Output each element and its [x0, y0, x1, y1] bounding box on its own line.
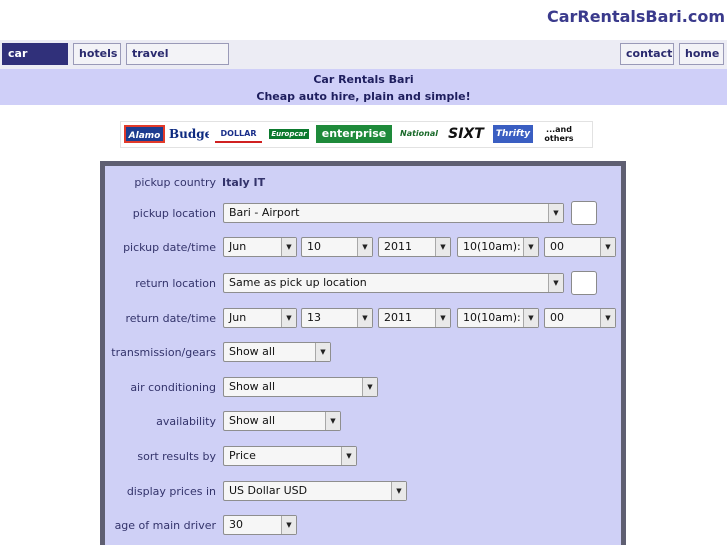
pickup-country-label: pickup country [134, 176, 216, 189]
chevron-down-icon: ▼ [357, 238, 372, 256]
chevron-down-icon: ▼ [281, 238, 296, 256]
budget-logo: Budget [169, 127, 209, 141]
nav-home[interactable]: home [679, 43, 724, 65]
chevron-down-icon: ▼ [281, 516, 296, 534]
return-location-box[interactable] [571, 271, 597, 295]
chevron-down-icon: ▼ [435, 238, 450, 256]
air-conditioning-label: air conditioning [130, 381, 216, 394]
banner-tagline: Cheap auto hire, plain and simple! [256, 90, 471, 103]
return-hour-select[interactable]: 10(10am): ▼ [457, 308, 539, 328]
currency-label: display prices in [126, 485, 216, 498]
chevron-down-icon: ▼ [325, 412, 340, 430]
pickup-country-value: Italy IT [222, 176, 266, 189]
driver-age-label: age of main driver [114, 519, 216, 532]
chevron-down-icon: ▼ [315, 343, 330, 361]
pickup-minute-select[interactable]: 00 ▼ [544, 237, 616, 257]
national-logo: National [400, 129, 438, 138]
currency-select[interactable]: US Dollar USD ▼ [223, 481, 407, 501]
return-location-select[interactable]: Same as pick up location ▼ [223, 273, 564, 293]
return-month-select[interactable]: Jun ▼ [223, 308, 297, 328]
chevron-down-icon: ▼ [600, 309, 615, 327]
chevron-down-icon: ▼ [523, 238, 538, 256]
chevron-down-icon: ▼ [548, 204, 563, 222]
chevron-down-icon: ▼ [362, 378, 377, 396]
return-year-select[interactable]: 2011 ▼ [378, 308, 451, 328]
pickup-hour-select[interactable]: 10(10am): ▼ [457, 237, 539, 257]
site-title[interactable]: CarRentalsBari.com [547, 7, 725, 26]
nav-travel-insurance[interactable]: travel insurance [126, 43, 229, 80]
banner: Car Rentals Bari Cheap auto hire, plain … [0, 69, 727, 105]
europcar-logo: Europcar [269, 129, 309, 139]
return-day-select[interactable]: 13 ▼ [301, 308, 373, 328]
pickup-location-box[interactable] [571, 201, 597, 225]
nav-hotels[interactable]: hotels [73, 43, 121, 65]
pickup-day-select[interactable]: 10 ▼ [301, 237, 373, 257]
transmission-select[interactable]: Show all ▼ [223, 342, 331, 362]
pickup-location-label: pickup location [132, 207, 216, 220]
air-conditioning-select[interactable]: Show all ▼ [223, 377, 378, 397]
pickup-datetime-label: pickup date/time [123, 241, 216, 254]
chevron-down-icon: ▼ [600, 238, 615, 256]
others-logo-text: ...and others [544, 125, 574, 143]
return-minute-select[interactable]: 00 ▼ [544, 308, 616, 328]
return-datetime-label: return date/time [125, 312, 217, 325]
sixt-logo: SIXT [448, 126, 484, 142]
pickup-year-select[interactable]: 2011 ▼ [378, 237, 451, 257]
sort-select[interactable]: Price ▼ [223, 446, 357, 466]
availability-select[interactable]: Show all ▼ [223, 411, 341, 431]
chevron-down-icon: ▼ [341, 447, 356, 465]
chevron-down-icon: ▼ [435, 309, 450, 327]
driver-age-select[interactable]: 30 ▼ [223, 515, 297, 535]
nav-contact[interactable]: contact [620, 43, 674, 65]
chevron-down-icon: ▼ [523, 309, 538, 327]
banner-title: Car Rentals Bari [313, 73, 414, 86]
pickup-month-select[interactable]: Jun ▼ [223, 237, 297, 257]
supplier-logos: Alamo Budget DOLLAR Europcar enterprise … [120, 121, 593, 148]
chevron-down-icon: ▼ [548, 274, 563, 292]
enterprise-logo: enterprise [316, 125, 392, 143]
pickup-location-select[interactable]: Bari - Airport ▼ [223, 203, 564, 223]
availability-label: availability [156, 415, 216, 428]
chevron-down-icon: ▼ [391, 482, 406, 500]
sort-label: sort results by [137, 450, 216, 463]
transmission-label: transmission/gears [111, 346, 216, 359]
thrifty-logo: Thrifty [493, 125, 533, 143]
chevron-down-icon: ▼ [357, 309, 372, 327]
return-location-label: return location [135, 277, 216, 290]
dollar-logo: DOLLAR [215, 125, 262, 143]
alamo-logo: Alamo [124, 125, 165, 143]
nav-car-rental[interactable]: car rental [2, 43, 68, 80]
chevron-down-icon: ▼ [281, 309, 296, 327]
